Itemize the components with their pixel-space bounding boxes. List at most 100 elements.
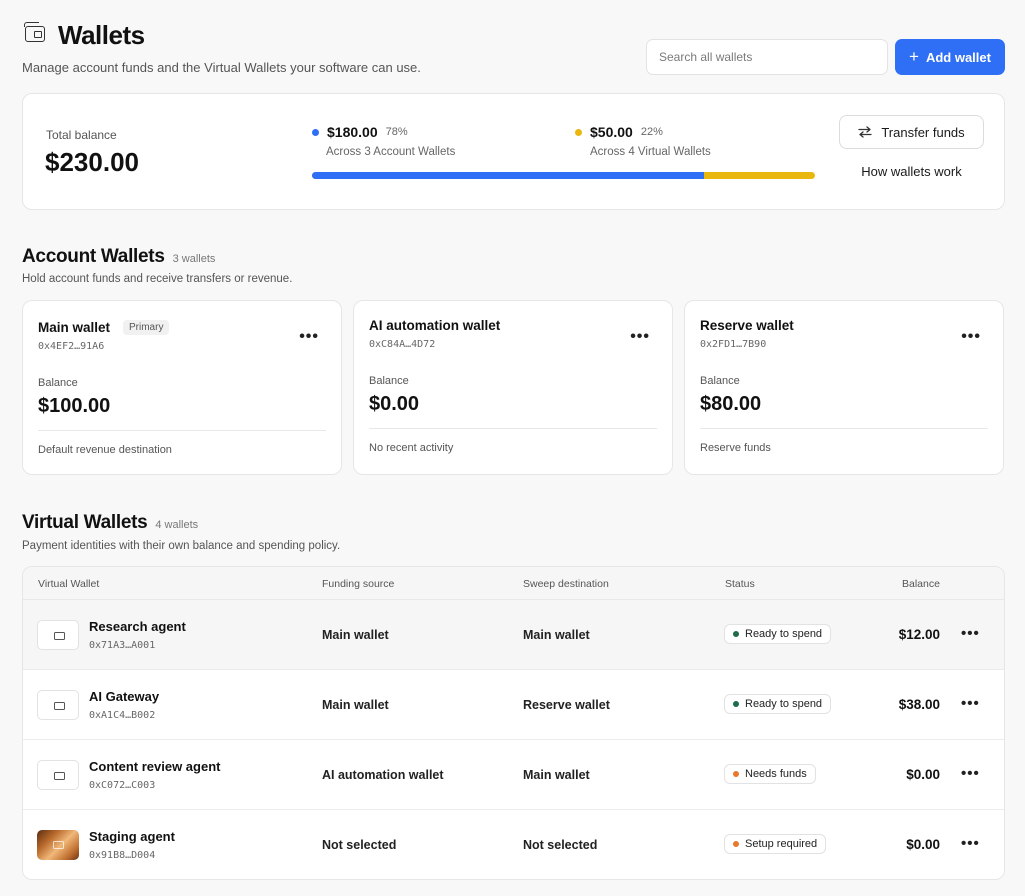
wallet-address: 0x4EF2…91A6 <box>38 341 105 352</box>
funding-source: Main wallet <box>322 628 389 642</box>
balance-split-bar <box>312 172 815 179</box>
account-segment-amount: $180.00 <box>327 124 378 140</box>
wallet-address: 0xC84A…4D72 <box>369 339 436 350</box>
virtual-section-count: 4 wallets <box>155 519 199 531</box>
account-section-title: Account Wallets <box>22 246 165 267</box>
status-text: Ready to spend <box>745 698 823 710</box>
virtual-segment: $50.00 22% <box>575 124 663 140</box>
virtual-wallet-name: Staging agent <box>89 829 175 844</box>
column-header-wallet[interactable]: Virtual Wallet <box>38 578 99 590</box>
table-row[interactable]: AI Gateway 0xA1C4…B002 Main wallet Reser… <box>23 670 1004 740</box>
wallet-card-reserve[interactable]: Reserve wallet 0x2FD1…7B90 ••• Balance $… <box>684 300 1004 475</box>
card-divider <box>38 430 326 431</box>
table-row[interactable]: Staging agent 0x91B8…D004 Not selected N… <box>23 810 1004 879</box>
virtual-wallet-address: 0x71A3…A001 <box>89 640 156 651</box>
virtual-segment-pct: 22% <box>640 126 663 138</box>
column-header-sweep[interactable]: Sweep destination <box>523 578 609 590</box>
virtual-wallet-address: 0xA1C4…B002 <box>89 710 156 721</box>
virtual-section-desc: Payment identities with their own balanc… <box>22 540 341 552</box>
page-subtitle: Manage account funds and the Virtual Wal… <box>22 60 421 75</box>
virtual-section-header: Virtual Wallets 4 wallets <box>22 512 198 534</box>
status-text: Ready to spend <box>745 628 823 640</box>
account-section-desc: Hold account funds and receive transfers… <box>22 273 293 285</box>
account-segment-dot <box>312 128 319 136</box>
account-segment: $180.00 78% <box>312 124 408 140</box>
add-wallet-label: Add wallet <box>925 49 991 65</box>
wallet-balance: $100.00 <box>38 395 111 417</box>
virtual-segment-amount: $50.00 <box>590 124 633 140</box>
wallet-balance: $0.00 <box>369 393 420 415</box>
sweep-destination: Not selected <box>523 838 598 852</box>
virtual-wallet-address: 0xC072…C003 <box>89 780 156 791</box>
column-header-status[interactable]: Status <box>725 578 755 590</box>
wallet-card-main[interactable]: Main wallet Primary 0x4EF2…91A6 ••• Bala… <box>22 300 342 475</box>
more-options-icon[interactable]: ••• <box>961 765 980 782</box>
column-header-funding[interactable]: Funding source <box>322 578 394 590</box>
transfer-funds-button[interactable]: Transfer funds <box>839 115 984 149</box>
table-row[interactable]: Research agent 0x71A3…A001 Main wallet M… <box>23 600 1004 670</box>
sweep-destination: Reserve wallet <box>523 698 610 712</box>
funding-source: Main wallet <box>322 698 389 712</box>
status-badge: Ready to spend <box>724 624 832 644</box>
virtual-wallet-name: Research agent <box>89 619 186 634</box>
status-dot <box>733 771 739 777</box>
wallet-icon <box>24 22 45 42</box>
account-segment-pct: 78% <box>385 126 408 138</box>
wallet-name: Reserve wallet <box>700 318 794 333</box>
wallet-name: Main wallet <box>38 320 111 335</box>
status-dot <box>733 701 739 707</box>
swap-arrows-icon <box>858 126 872 138</box>
column-header-balance[interactable]: Balance <box>902 578 940 590</box>
page-title: Wallets <box>58 20 145 50</box>
plus-icon: + <box>909 46 919 66</box>
wallet-address: 0x2FD1…7B90 <box>700 339 767 350</box>
card-icon <box>37 620 79 650</box>
account-share-fill <box>312 172 705 179</box>
search-input[interactable] <box>646 39 888 75</box>
more-options-icon[interactable]: ••• <box>299 328 319 346</box>
wallet-note: No recent activity <box>369 442 454 454</box>
sweep-destination: Main wallet <box>523 768 590 782</box>
wallet-note: Default revenue destination <box>38 444 172 456</box>
virtual-section-title: Virtual Wallets <box>22 512 148 533</box>
status-text: Needs funds <box>745 768 807 780</box>
table-row[interactable]: Content review agent 0xC072…C003 AI auto… <box>23 740 1004 810</box>
status-dot <box>733 631 739 637</box>
virtual-wallets-table: Virtual Wallet Funding source Sweep dest… <box>22 566 1005 880</box>
primary-badge: Primary <box>123 320 170 335</box>
virtual-wallet-name: AI Gateway <box>89 689 160 704</box>
virtual-wallet-balance: $38.00 <box>898 697 940 712</box>
funding-source: AI automation wallet <box>322 768 444 782</box>
virtual-wallet-balance: $12.00 <box>898 627 940 642</box>
virtual-wallet-balance: $0.00 <box>906 767 940 782</box>
card-icon <box>37 690 79 720</box>
balance-label: Balance <box>38 377 78 389</box>
gradient-card-icon <box>37 830 79 860</box>
account-segment-sub: Across 3 Account Wallets <box>326 146 456 158</box>
total-balance-label: Total balance <box>46 128 117 142</box>
transfer-funds-label: Transfer funds <box>881 124 965 140</box>
virtual-segment-dot <box>575 128 582 136</box>
funding-source: Not selected <box>322 838 397 852</box>
card-divider <box>700 428 988 429</box>
virtual-wallet-address: 0x91B8…D004 <box>89 850 156 861</box>
table-header: Virtual Wallet Funding source Sweep dest… <box>23 567 1004 600</box>
more-options-icon[interactable]: ••• <box>630 328 650 346</box>
wallet-name: AI automation wallet <box>369 318 501 333</box>
more-options-icon[interactable]: ••• <box>961 835 980 852</box>
wallet-balance: $80.00 <box>700 393 762 415</box>
wallet-note: Reserve funds <box>700 442 771 454</box>
status-badge: Setup required <box>724 834 827 854</box>
virtual-segment-sub: Across 4 Virtual Wallets <box>590 146 711 158</box>
status-text: Setup required <box>745 838 818 850</box>
virtual-wallet-name: Content review agent <box>89 759 221 774</box>
wallet-card-ai-automation[interactable]: AI automation wallet 0xC84A…4D72 ••• Bal… <box>353 300 673 475</box>
add-wallet-button[interactable]: + Add wallet <box>895 39 1005 75</box>
more-options-icon[interactable]: ••• <box>961 625 980 642</box>
more-options-icon[interactable]: ••• <box>961 695 980 712</box>
balance-summary-card: Total balance $230.00 $180.00 78% Across… <box>22 93 1005 210</box>
account-section-count: 3 wallets <box>172 253 216 265</box>
how-wallets-work-link[interactable]: How wallets work <box>839 164 984 179</box>
more-options-icon[interactable]: ••• <box>961 328 981 346</box>
virtual-wallet-balance: $0.00 <box>906 837 940 852</box>
